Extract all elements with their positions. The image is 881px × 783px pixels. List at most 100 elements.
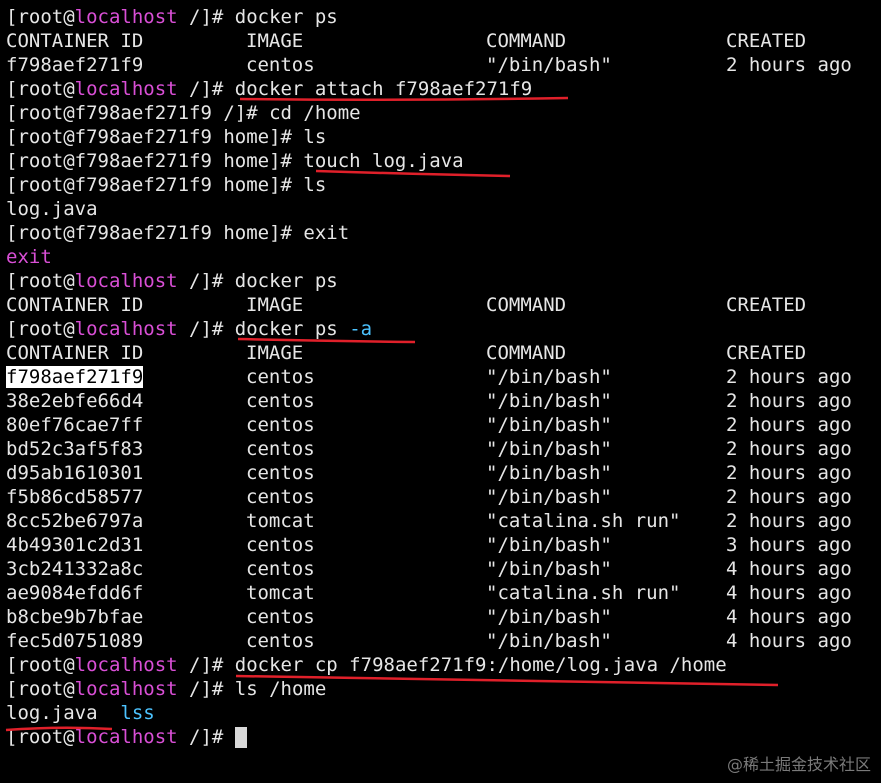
terminal-line: log.java xyxy=(6,198,98,220)
cell-command: "/bin/bash" xyxy=(486,486,612,508)
prompt-dir: /]# xyxy=(177,6,235,28)
cell-image: centos xyxy=(246,390,315,412)
cell-image: centos xyxy=(246,54,315,76)
cell-image: tomcat xyxy=(246,582,315,604)
header-created: CREATED xyxy=(726,30,807,52)
prompt-user: [root@ xyxy=(6,78,75,100)
cell-container-id: b8cbe9b7bfae xyxy=(6,606,144,628)
cell-container-id: 80ef76cae7ff xyxy=(6,414,144,436)
terminal-line: exit xyxy=(6,246,52,268)
cell-command: "/bin/bash" xyxy=(486,462,612,484)
cell-created: 4 hours ago xyxy=(726,606,852,628)
table-row: 38e2ebfe66d4 centos "/bin/bash" 2 hours ago xyxy=(6,389,878,413)
terminal-line: [root@f798aef271f9 /]# cd /home xyxy=(6,102,361,124)
cell-command: "/bin/bash" xyxy=(486,558,612,580)
header-container-id: CONTAINER ID xyxy=(6,342,144,364)
cell-image: centos xyxy=(246,534,315,556)
cell-created: 3 hours ago xyxy=(726,534,852,556)
terminal-line: [root@localhost /]# xyxy=(6,725,878,749)
terminal-line: [root@localhost /]# docker ps xyxy=(6,5,878,29)
prompt-host: localhost xyxy=(74,270,178,292)
cell-command: "/bin/bash" xyxy=(486,534,612,556)
table-row: b8cbe9b7bfae centos "/bin/bash" 4 hours ago xyxy=(6,605,878,629)
header-command: COMMAND xyxy=(486,342,567,364)
table-row: f798aef271f9 centos "/bin/bash" 2 hours ago xyxy=(6,53,878,77)
prompt-dir: /]# xyxy=(177,78,235,100)
table-header: CONTAINER ID IMAGE COMMAND CREATED xyxy=(6,293,878,317)
prompt-host: localhost xyxy=(74,318,178,340)
cell-command: "/bin/bash" xyxy=(486,54,612,76)
prompt-host: localhost xyxy=(74,726,178,748)
table-header: CONTAINER ID IMAGE COMMAND CREATED xyxy=(6,341,878,365)
terminal-line: log.java lss xyxy=(6,701,878,725)
cell-image: centos xyxy=(246,558,315,580)
terminal-line: [root@f798aef271f9 home]# touch log.java xyxy=(6,149,878,173)
directory-name: lss xyxy=(120,702,155,724)
cell-container-id: 38e2ebfe66d4 xyxy=(6,390,144,412)
cell-container-id: 3cb241332a8c xyxy=(6,558,144,580)
command-flag: -a xyxy=(337,318,373,340)
cell-created: 4 hours ago xyxy=(726,582,852,604)
cell-container-id: 4b49301c2d31 xyxy=(6,534,144,556)
cell-image: centos xyxy=(246,438,315,460)
command-text: docker cp f798aef271f9:/home/log.java /h… xyxy=(234,654,727,676)
cell-image: centos xyxy=(246,630,315,652)
table-row: 3cb241332a8c centos "/bin/bash" 4 hours ago xyxy=(6,557,878,581)
cell-created: 2 hours ago xyxy=(726,54,852,76)
table-header: CONTAINER ID IMAGE COMMAND CREATED xyxy=(6,29,878,53)
header-container-id: CONTAINER ID xyxy=(6,30,144,52)
cell-created: 2 hours ago xyxy=(726,462,852,484)
cell-image: centos xyxy=(246,486,315,508)
cell-container-id: fec5d0751089 xyxy=(6,630,144,652)
header-command: COMMAND xyxy=(486,30,567,52)
table-row: ae9084efdd6f tomcat "catalina.sh run" 4 hou… xyxy=(6,581,878,605)
cell-command: "/bin/bash" xyxy=(486,438,612,460)
table-row: f798aef271f9 centos "/bin/bash" 2 hours ago xyxy=(6,365,878,389)
cell-command: "/bin/bash" xyxy=(486,414,612,436)
terminal-line: [root@localhost /]# docker cp f798aef271… xyxy=(6,653,878,677)
terminal-line: [root@f798aef271f9 home]# exit xyxy=(6,222,350,244)
selected-container-id[interactable]: f798aef271f9 xyxy=(6,366,144,388)
terminal-line: [root@localhost /]# docker ps -a xyxy=(6,317,878,341)
cell-created: 2 hours ago xyxy=(726,510,852,532)
header-image: IMAGE xyxy=(246,342,304,364)
cell-created: 4 hours ago xyxy=(726,630,852,652)
prompt: [root@f798aef271f9 home]# xyxy=(6,150,304,172)
header-image: IMAGE xyxy=(246,30,304,52)
cell-command: "catalina.sh run" xyxy=(486,510,681,532)
table-row: 80ef76cae7ff centos "/bin/bash" 2 hours ago xyxy=(6,413,878,437)
prompt-user: [root@ xyxy=(6,6,75,28)
command-text: touch log.java xyxy=(303,150,464,172)
cell-command: "/bin/bash" xyxy=(486,630,612,652)
cell-container-id: d95ab1610301 xyxy=(6,462,144,484)
cell-image: centos xyxy=(246,366,315,388)
cell-image: centos xyxy=(246,606,315,628)
prompt-host: localhost xyxy=(74,654,178,676)
cell-container-id: f5b86cd58577 xyxy=(6,486,144,508)
cell-container-id: ae9084efdd6f xyxy=(6,582,144,604)
prompt-dir: /]# xyxy=(177,654,235,676)
table-row: 4b49301c2d31 centos "/bin/bash" 3 hours ago xyxy=(6,533,878,557)
cell-image: tomcat xyxy=(246,510,315,532)
prompt-host: localhost xyxy=(74,6,178,28)
prompt-dir: /]# xyxy=(177,726,235,748)
header-created: CREATED xyxy=(726,342,807,364)
watermark: @稀土掘金技术社区 xyxy=(726,755,871,774)
terminal-line: [root@localhost /]# docker ps xyxy=(6,269,878,293)
command-text: docker ps xyxy=(234,270,338,292)
table-row: d95ab1610301 centos "/bin/bash" 2 hours ago xyxy=(6,461,878,485)
terminal-cursor[interactable] xyxy=(234,727,247,748)
cell-container-id: f798aef271f9 xyxy=(6,54,144,76)
prompt-dir: /]# xyxy=(177,678,235,700)
terminal-line: [root@localhost /]# docker attach f798ae… xyxy=(6,77,878,101)
cell-command: "/bin/bash" xyxy=(486,606,612,628)
terminal-output[interactable]: [root@localhost /]# docker ps CONTAINER … xyxy=(6,5,878,749)
prompt-dir: /]# xyxy=(177,270,235,292)
terminal-line: [root@f798aef271f9 home]# ls xyxy=(6,126,327,148)
terminal-line: [root@localhost /]# ls /home xyxy=(6,677,878,701)
cell-image: centos xyxy=(246,462,315,484)
table-row: fec5d0751089 centos "/bin/bash" 4 hours ago xyxy=(6,629,878,653)
prompt-user: [root@ xyxy=(6,726,75,748)
cell-created: 2 hours ago xyxy=(726,414,852,436)
cell-command: "/bin/bash" xyxy=(486,390,612,412)
